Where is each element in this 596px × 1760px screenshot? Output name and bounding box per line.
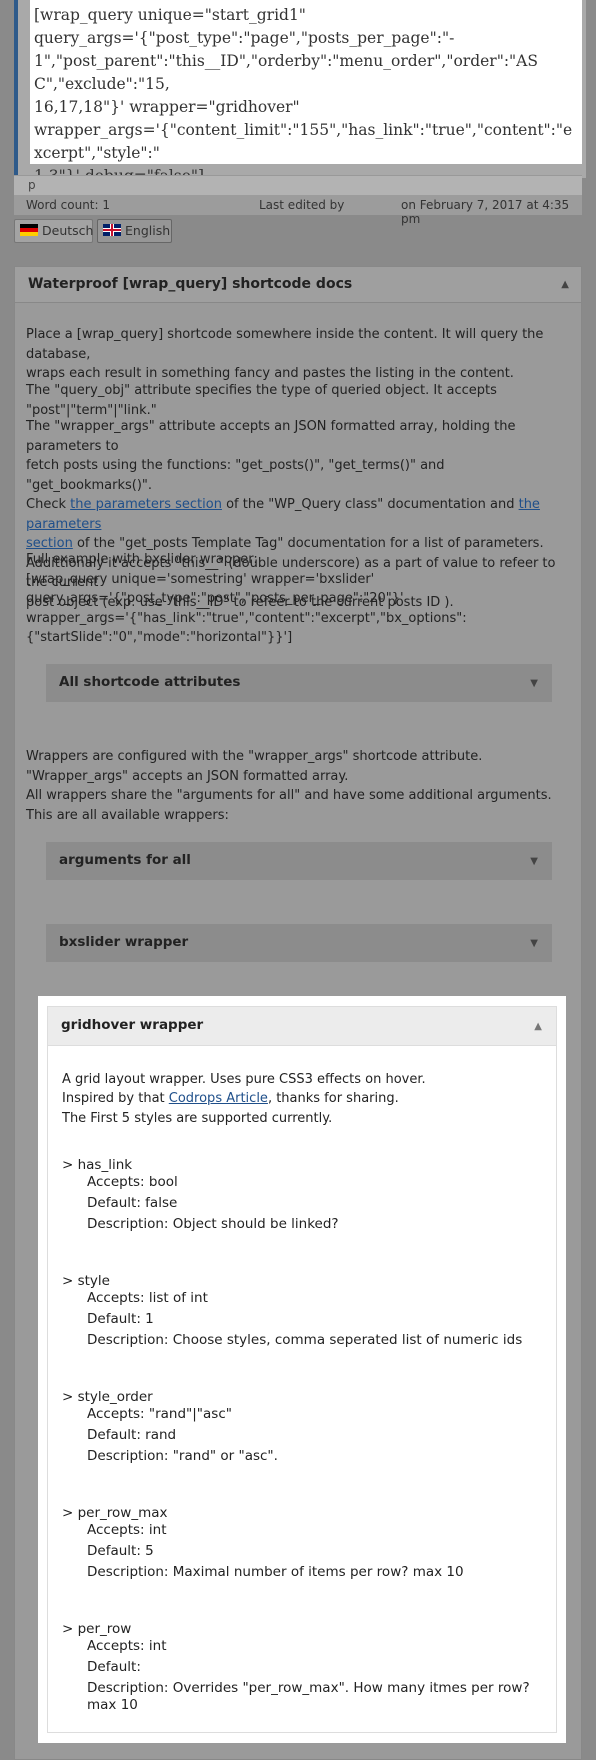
lang-label: English (125, 223, 171, 238)
accordion-arguments-for-all[interactable]: arguments for all ▼ (46, 842, 552, 880)
collapse-up-icon[interactable]: ▲ (561, 279, 569, 290)
attr-accepts: Accepts: bool (87, 1174, 178, 1190)
editor-line: [wrap_query unique="start_grid1" (34, 6, 306, 24)
text-span: of the "WP_Query class" documentation an… (221, 497, 519, 512)
attr-accepts: Accepts: int (87, 1522, 167, 1538)
word-count: Word count: 1 (26, 198, 111, 212)
attr-description: Description: Choose styles, comma sepera… (87, 1332, 523, 1348)
attr-default: Default: rand (87, 1427, 177, 1443)
text-line: Place a [wrap_query] shortcode somewhere… (26, 327, 544, 362)
editor-line: 1","post_parent":"this__ID","orderby":"m… (34, 52, 538, 93)
attr-description: Description: Object should be linked? (87, 1216, 339, 1232)
attr-name: > per_row_max (62, 1505, 168, 1521)
accordion-gridhover-wrapper[interactable]: gridhover wrapper ▲ (48, 1007, 556, 1046)
text-line: The "wrapper_args" attribute accepts an … (26, 419, 516, 454)
text-line: fetch posts using the functions: "get_po… (26, 458, 445, 493)
expand-down-icon: ▼ (530, 938, 538, 949)
lang-deutsch-button[interactable]: Deutsch (14, 219, 93, 243)
attr-description: Description: "rand" or "asc". (87, 1448, 278, 1464)
attr-name: > per_row (62, 1621, 132, 1637)
accordion-all-shortcode-attributes[interactable]: All shortcode attributes ▼ (46, 664, 552, 702)
attr-name: > style_order (62, 1389, 153, 1405)
text-line: "Wrapper_args" accepts an JSON formatted… (26, 768, 349, 784)
gridhover-panel: gridhover wrapper ▲ A grid layout wrappe… (38, 996, 566, 1743)
attr-accepts: Accepts: int (87, 1638, 167, 1654)
attr-default: Default: (87, 1659, 141, 1675)
lang-label: Deutsch (42, 223, 94, 238)
editor-area: [wrap_query unique="start_grid1" query_a… (14, 0, 586, 185)
attr-description-cont: max 10 (87, 1697, 138, 1713)
editor-line: 16,17,18"}' wrapper="gridhover" (34, 98, 300, 116)
element-path[interactable]: p (28, 178, 36, 192)
attr-name: > has_link (62, 1157, 133, 1173)
editor-path-bar: p (14, 175, 582, 196)
accordion-label: bxslider wrapper (59, 934, 189, 950)
docs-title: Waterproof [wrap_query] shortcode docs (28, 276, 353, 292)
text-span: of the "get_posts Template Tag" document… (72, 536, 544, 551)
attr-name: > style (62, 1273, 110, 1289)
text-line: Wrappers are configured with the "wrappe… (26, 749, 483, 764)
post-status-info: Word count: 1 Last edited by on February… (14, 195, 582, 226)
attr-description: Description: Maximal number of items per… (87, 1564, 464, 1580)
attr-default: Default: 1 (87, 1311, 154, 1327)
lang-english-button[interactable]: English (97, 219, 172, 243)
gridhover-desc-line: Inspired by that Codrops Article, thanks… (62, 1089, 399, 1109)
collapse-up-icon: ▲ (534, 1021, 542, 1032)
text-line: {"startSlide":"0","mode":"horizontal"}}'… (26, 630, 293, 645)
text-line: Full example with bxslider wrapper: (26, 552, 258, 567)
attr-default: Default: 5 (87, 1543, 154, 1559)
codrops-article-link[interactable]: Codrops Article (169, 1091, 268, 1106)
de-flag-icon (20, 224, 38, 236)
accordion-label: gridhover wrapper (61, 1017, 204, 1033)
expand-down-icon: ▼ (530, 678, 538, 689)
gridhover-desc-line: The First 5 styles are supported current… (62, 1111, 333, 1126)
example-text: Full example with bxslider wrapper: [wra… (26, 550, 566, 648)
text-line: This are all available wrappers: (26, 807, 229, 823)
gridhover-desc-line: A grid layout wrapper. Uses pure CSS3 ef… (62, 1072, 426, 1087)
attr-accepts: Accepts: "rand"|"asc" (87, 1406, 232, 1422)
last-edited-date: on February 7, 2017 at 4:35 pm (401, 198, 570, 226)
text-line: All wrappers share the "arguments for al… (26, 788, 552, 803)
intro-text: Place a [wrap_query] shortcode somewhere… (26, 325, 566, 384)
wrappers-intro-text: Wrappers are configured with the "wrappe… (26, 747, 566, 825)
attr-description: Description: Overrides "per_row_max". Ho… (87, 1680, 530, 1696)
docs-metabox-header[interactable]: Waterproof [wrap_query] shortcode docs ▲ (15, 267, 581, 303)
expand-down-icon: ▼ (530, 856, 538, 867)
query-obj-text: The "query_obj" attribute specifies the … (26, 383, 497, 418)
text-line: wrapper_args='{"has_link":"true","conten… (26, 610, 467, 626)
editor-line: wrapper_args='{"content_limit":"155","ha… (34, 121, 573, 162)
accordion-label: All shortcode attributes (59, 674, 241, 690)
text-line: query_args='{"post_type":"post","posts_p… (26, 591, 404, 606)
attr-default: Default: false (87, 1195, 178, 1211)
text-line: Check the parameters section of the "WP_… (26, 495, 566, 534)
text-span: , thanks for sharing. (267, 1091, 399, 1106)
wp-query-params-link[interactable]: the parameters section (70, 497, 222, 512)
text-span: Inspired by that (62, 1091, 169, 1106)
attr-accepts: Accepts: list of int (87, 1290, 208, 1306)
editor-line: query_args='{"post_type":"page","posts_p… (34, 29, 455, 47)
get-posts-params-link-cont[interactable]: section (26, 536, 73, 551)
text-span: Check (26, 497, 71, 512)
accordion-label: arguments for all (59, 852, 191, 868)
gridhover-panel-inner: gridhover wrapper ▲ A grid layout wrappe… (47, 1006, 557, 1733)
uk-flag-icon (103, 224, 121, 236)
text-line: [wrap_query unique='somestring' wrapper=… (26, 571, 375, 587)
accordion-bxslider-wrapper[interactable]: bxslider wrapper ▼ (46, 924, 552, 962)
shortcode-editor[interactable]: [wrap_query unique="start_grid1" query_a… (30, 0, 582, 185)
last-edited-label: Last edited by (259, 198, 345, 212)
